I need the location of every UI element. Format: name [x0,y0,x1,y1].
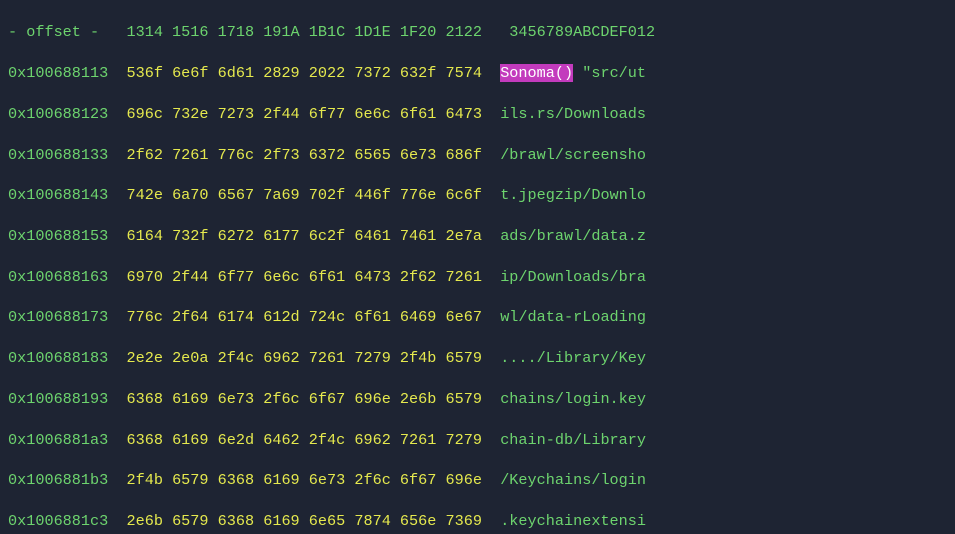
ascii-text: /Keychains/login [500,470,646,490]
hex-row: 0x100688163 6970 2f44 6f77 6e6c 6f61 647… [8,267,949,287]
hex-bytes: 536f 6e6f 6d61 2829 2022 7372 632f 7574 [127,63,482,83]
address: 0x1006881a3 [8,430,108,450]
hex-bytes: 776c 2f64 6174 612d 724c 6f61 6469 6e67 [127,307,482,327]
hex-row: 0x100688113 536f 6e6f 6d61 2829 2022 737… [8,63,949,83]
hex-bytes: 6368 6169 6e2d 6462 2f4c 6962 7261 7279 [127,430,482,450]
ascii-text: ils.rs/Downloads [500,104,646,124]
hex-bytes: 2e6b 6579 6368 6169 6e65 7874 656e 7369 [127,511,482,531]
address: 0x100688133 [8,145,108,165]
address: 0x100688173 [8,307,108,327]
address: 0x1006881c3 [8,511,108,531]
ascii-header: 3456789ABCDEF012 [500,23,655,41]
ascii-text: ads/brawl/data.z [500,226,646,246]
address: 0x100688153 [8,226,108,246]
hex-row: 0x100688193 6368 6169 6e73 2f6c 6f67 696… [8,389,949,409]
hex-bytes: 2f62 7261 776c 2f73 6372 6565 6e73 686f [127,145,482,165]
hex-row: 0x100688123 696c 732e 7273 2f44 6f77 6e6… [8,104,949,124]
address: 0x100688163 [8,267,108,287]
address: 0x100688193 [8,389,108,409]
column-offsets: 1314 1516 1718 191A 1B1C 1D1E 1F20 2122 [126,23,481,41]
address: 0x100688123 [8,104,108,124]
ascii-text: wl/data-rLoading [500,307,646,327]
hex-row: 0x1006881a3 6368 6169 6e2d 6462 2f4c 696… [8,430,949,450]
ascii-text: ip/Downloads/bra [500,267,646,287]
hex-row: 0x100688133 2f62 7261 776c 2f73 6372 656… [8,145,949,165]
address: 0x100688143 [8,185,108,205]
address: 0x100688183 [8,348,108,368]
ascii-text: Sonoma() "src/ut [500,63,646,83]
ascii-text: chains/login.key [500,389,646,409]
hex-bytes: 6368 6169 6e73 2f6c 6f67 696e 2e6b 6579 [127,389,482,409]
address: 0x1006881b3 [8,470,108,490]
hex-bytes: 6164 732f 6272 6177 6c2f 6461 7461 2e7a [127,226,482,246]
address: 0x100688113 [8,63,108,83]
hex-bytes: 2f4b 6579 6368 6169 6e73 2f6c 6f67 696e [127,470,482,490]
hex-row: 0x100688183 2e2e 2e0a 2f4c 6962 7261 727… [8,348,949,368]
hex-row: 0x100688143 742e 6a70 6567 7a69 702f 446… [8,185,949,205]
ascii-text: /brawl/screensho [500,145,646,165]
hex-row: 0x1006881b3 2f4b 6579 6368 6169 6e73 2f6… [8,470,949,490]
ascii-text: chain-db/Library [500,430,646,450]
hex-row: 0x1006881c3 2e6b 6579 6368 6169 6e65 787… [8,511,949,531]
ascii-text: .keychainextensi [500,511,646,531]
hex-row: 0x100688173 776c 2f64 6174 612d 724c 6f6… [8,307,949,327]
ascii-text: ..../Library/Key [500,348,646,368]
highlight-match: Sonoma() [500,64,573,82]
hex-bytes: 696c 732e 7273 2f44 6f77 6e6c 6f61 6473 [127,104,482,124]
hex-row: 0x100688153 6164 732f 6272 6177 6c2f 646… [8,226,949,246]
ascii-text: t.jpegzip/Downlo [500,185,646,205]
hex-bytes: 742e 6a70 6567 7a69 702f 446f 776e 6c6f [127,185,482,205]
header-row: - offset - 1314 1516 1718 191A 1B1C 1D1E… [8,22,949,42]
hexdump-terminal[interactable]: - offset - 1314 1516 1718 191A 1B1C 1D1E… [0,0,955,534]
hex-bytes: 6970 2f44 6f77 6e6c 6f61 6473 2f62 7261 [127,267,482,287]
offset-label: - offset - [8,23,99,41]
hex-bytes: 2e2e 2e0a 2f4c 6962 7261 7279 2f4b 6579 [127,348,482,368]
